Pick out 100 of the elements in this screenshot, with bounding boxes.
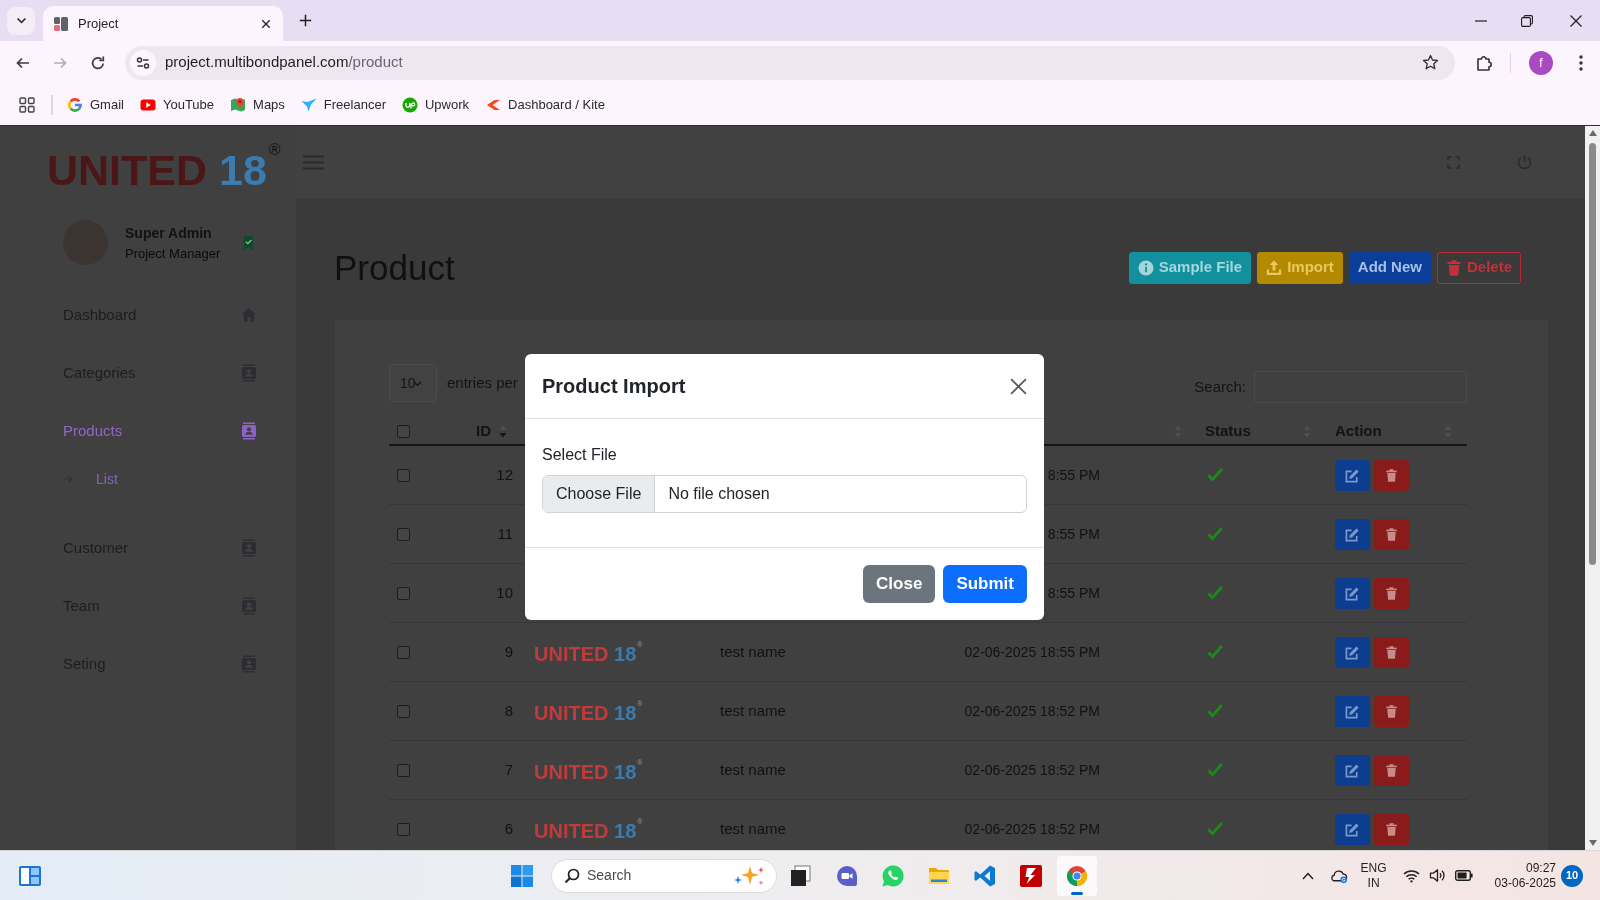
edit-button[interactable] xyxy=(1335,695,1370,727)
file-status-text: No file chosen xyxy=(668,484,770,504)
edit-icon xyxy=(1345,644,1360,660)
edit-button[interactable] xyxy=(1335,459,1370,491)
edit-icon xyxy=(1345,762,1360,778)
apps-grid-icon[interactable] xyxy=(19,96,35,113)
trash-icon xyxy=(1445,259,1462,276)
bookmark-link[interactable]: YouTube xyxy=(131,90,223,119)
new-tab-icon[interactable] xyxy=(299,14,312,27)
product-logo: UNITED 18$^{®}$ xyxy=(534,758,643,782)
edit-icon xyxy=(1345,526,1360,542)
bolt-tile-icon xyxy=(1019,863,1043,888)
submit-button[interactable]: Submit xyxy=(943,565,1027,603)
bookmark-link[interactable]: Gmail xyxy=(59,90,132,119)
ring-logo-icon xyxy=(67,96,83,113)
delete-row-button[interactable] xyxy=(1374,577,1409,609)
edit-icon xyxy=(1345,467,1360,483)
delete-row-button[interactable] xyxy=(1374,459,1409,491)
delete-row-button[interactable] xyxy=(1374,518,1409,550)
tune-icon[interactable] xyxy=(130,49,156,76)
profile-button[interactable]: f xyxy=(1529,50,1553,75)
chat-bubble-icon xyxy=(881,863,905,888)
address-field[interactable]: project.multibondpanel.com/product xyxy=(125,45,1455,80)
edit-icon xyxy=(1345,821,1360,837)
video-chat-icon xyxy=(835,863,859,888)
edit-button[interactable] xyxy=(1335,518,1370,550)
wifi-icon[interactable] xyxy=(1402,868,1420,883)
bookmark-check-icon xyxy=(243,234,254,251)
trash-icon xyxy=(1385,526,1398,542)
clock-date[interactable]: 03-06-2025 xyxy=(1494,875,1556,891)
language-text[interactable]: ENG xyxy=(1360,860,1387,876)
edit-button[interactable] xyxy=(1335,636,1370,668)
search-field[interactable]: Search xyxy=(551,858,777,893)
close-icon[interactable] xyxy=(1010,377,1027,395)
product-logo: UNITED 18$^{®}$ xyxy=(534,817,643,841)
delete-row-button[interactable] xyxy=(1374,813,1409,845)
trash-icon xyxy=(1385,467,1398,483)
product-logo: UNITED 18$^{®}$ xyxy=(534,699,643,723)
bookmark-link[interactable]: Dashboard / Kite xyxy=(477,90,613,119)
modal-title: Product Import xyxy=(542,374,686,399)
checkbox[interactable] xyxy=(397,425,410,438)
contact-card-icon xyxy=(241,422,257,440)
scrollbar-thumb[interactable] xyxy=(1589,143,1596,565)
checkbox[interactable] xyxy=(397,468,410,482)
map-pin-icon xyxy=(230,96,247,113)
cloud-icon[interactable] xyxy=(1328,867,1348,884)
chevron-up-icon[interactable] xyxy=(1301,871,1314,880)
trash-icon xyxy=(1385,703,1398,719)
file-input-field[interactable]: Choose File No file chosen xyxy=(542,475,1027,513)
tiles-icon xyxy=(53,15,69,32)
edit-button[interactable] xyxy=(1335,813,1370,845)
more-icon[interactable] xyxy=(1579,54,1583,71)
restore-icon[interactable] xyxy=(1521,14,1533,27)
browser-tab[interactable]: Project xyxy=(43,6,283,41)
close-icon[interactable] xyxy=(261,18,271,29)
edit-button[interactable] xyxy=(1335,577,1370,609)
checkbox[interactable] xyxy=(397,704,410,718)
region-text[interactable]: IN xyxy=(1367,875,1380,891)
scroll-up-icon[interactable] xyxy=(1588,130,1597,136)
add-new-button[interactable]: Add New xyxy=(1348,251,1431,284)
choose-file-button[interactable]: Choose File xyxy=(543,476,656,512)
widgets-icon[interactable] xyxy=(18,863,42,888)
star-icon[interactable] xyxy=(1422,54,1439,71)
delete-row-button[interactable] xyxy=(1374,695,1409,727)
start-icon[interactable] xyxy=(510,863,534,888)
url-text: project.multibondpanel.com/product xyxy=(165,52,403,73)
battery-icon[interactable] xyxy=(1454,870,1473,881)
bookmark-link[interactable]: Upwork xyxy=(394,90,478,119)
volume-icon[interactable] xyxy=(1428,868,1446,883)
trash-icon xyxy=(1385,644,1398,660)
task-view-icon xyxy=(789,863,813,888)
checkbox[interactable] xyxy=(397,527,410,541)
upload-icon xyxy=(1266,259,1283,276)
circle-logo-icon xyxy=(402,96,418,113)
reload-icon[interactable] xyxy=(90,54,106,71)
checkbox[interactable] xyxy=(397,822,410,836)
delete-row-button[interactable] xyxy=(1374,754,1409,786)
puzzle-icon[interactable] xyxy=(1476,53,1494,72)
product-logo: UNITED 18$^{®}$ xyxy=(534,640,643,664)
trash-icon xyxy=(1385,585,1398,601)
checkbox[interactable] xyxy=(397,645,410,659)
edit-icon xyxy=(1345,703,1360,719)
trash-icon xyxy=(1385,762,1398,778)
delete-row-button[interactable] xyxy=(1374,636,1409,668)
close-window-icon[interactable] xyxy=(1570,14,1582,27)
tab-search-button[interactable] xyxy=(7,6,35,35)
clock-time[interactable]: 09:27 xyxy=(1525,860,1556,876)
bookmark-link[interactable]: Maps xyxy=(222,90,293,119)
checkbox[interactable] xyxy=(397,586,410,600)
edit-icon xyxy=(1345,585,1360,601)
sort-icon[interactable] xyxy=(499,425,507,438)
scroll-down-icon[interactable] xyxy=(1588,840,1597,846)
close-button[interactable]: Close xyxy=(863,565,936,603)
edit-button[interactable] xyxy=(1335,754,1370,786)
search-icon xyxy=(564,867,580,884)
checkbox[interactable] xyxy=(397,763,410,777)
ribbon-icon xyxy=(973,863,997,888)
tricolor-circle-icon xyxy=(1065,863,1089,888)
notification-badge[interactable]: 10 xyxy=(1561,864,1583,887)
bookmark-link[interactable]: Freelancer xyxy=(292,90,394,119)
